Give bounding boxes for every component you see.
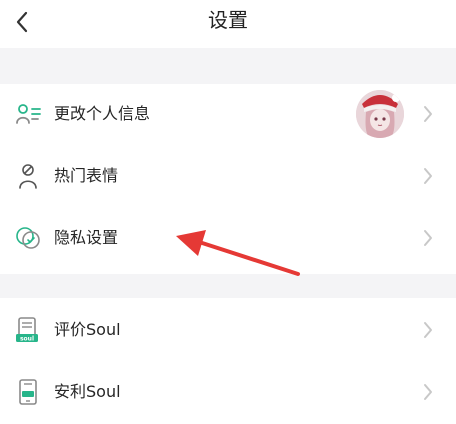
section-divider <box>0 274 456 298</box>
settings-group-2: soul 评价Soul 安利Soul <box>0 298 456 424</box>
chevron-right-icon <box>424 106 432 122</box>
row-recommend-soul[interactable]: 安利Soul <box>0 362 456 422</box>
page-title: 设置 <box>208 8 248 32</box>
chevron-right-icon <box>424 322 432 338</box>
avatar-image <box>356 90 404 138</box>
row-label: 评价Soul <box>54 320 121 339</box>
settings-group-1: 更改个人信息 热门表情 隐私设置 <box>0 84 456 274</box>
row-rate-soul[interactable]: soul 评价Soul <box>0 300 456 360</box>
person-prohibited-icon <box>19 164 37 189</box>
avatar[interactable] <box>356 90 404 138</box>
soul-rate-icon: soul <box>16 317 38 343</box>
svg-text:soul: soul <box>20 336 34 343</box>
soul-recommend-icon <box>19 379 37 405</box>
row-privacy-settings[interactable]: 隐私设置 <box>0 208 456 268</box>
chevron-right-icon <box>424 168 432 184</box>
chevron-right-icon <box>424 230 432 246</box>
top-bar: 设置 <box>0 0 456 48</box>
row-edit-profile[interactable]: 更改个人信息 <box>0 84 456 144</box>
row-label: 更改个人信息 <box>54 104 151 123</box>
row-hot-emoji[interactable]: 热门表情 <box>0 146 456 206</box>
person-list-icon <box>16 104 41 124</box>
row-label: 隐私设置 <box>54 228 119 247</box>
row-label: 安利Soul <box>54 382 121 401</box>
section-divider <box>0 48 456 84</box>
row-label: 热门表情 <box>54 166 119 185</box>
chevron-right-icon <box>424 384 432 400</box>
privacy-shield-icon <box>16 227 40 249</box>
